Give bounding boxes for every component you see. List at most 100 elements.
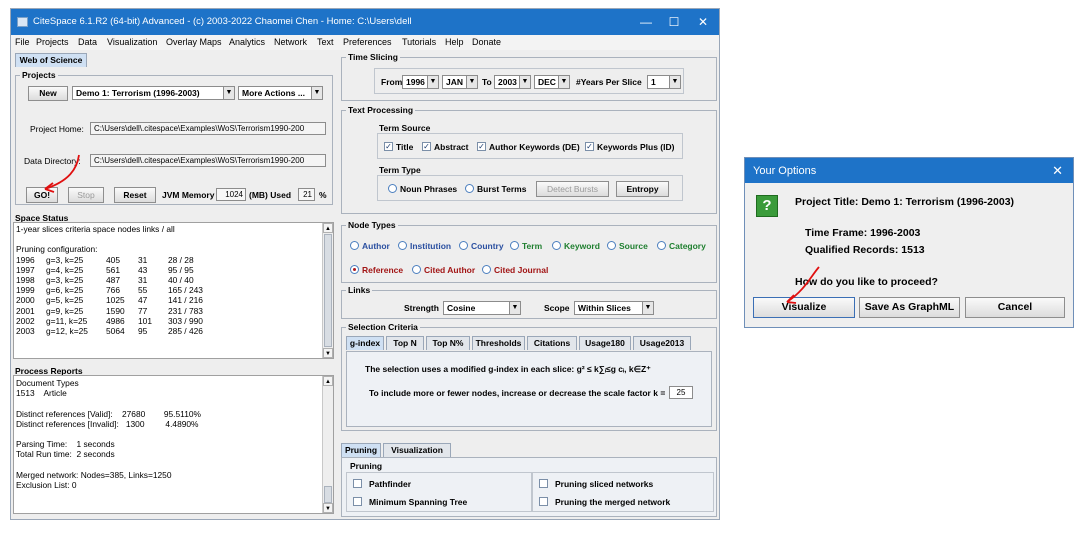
tab-top-n[interactable]: Top N	[386, 336, 424, 350]
tab-web-of-science[interactable]: Web of Science	[15, 53, 87, 67]
project-select[interactable]: Demo 1: Terrorism (1996-2003) ▼	[72, 86, 235, 100]
menu-donate[interactable]: Donate	[472, 37, 501, 47]
more-actions-select[interactable]: More Actions ... ▼	[238, 86, 323, 100]
pruning-legend: Pruning	[350, 461, 383, 471]
keywords-plus-checkbox[interactable]: ✓	[585, 142, 594, 151]
data-directory-field[interactable]: C:\Users\dell\.citespace\Examples\WoS\Te…	[90, 154, 326, 167]
strength-select[interactable]: Cosine ▼	[443, 301, 521, 315]
go-button[interactable]: GO!	[26, 187, 58, 203]
pathfinder-checkbox[interactable]	[353, 479, 362, 488]
author-keywords-checkbox[interactable]: ✓	[477, 142, 486, 151]
node-reference-radio[interactable]	[350, 265, 359, 274]
title-checkbox[interactable]: ✓	[384, 142, 393, 151]
space-status-cell: 766	[106, 285, 120, 296]
tab-pruning[interactable]: Pruning	[341, 443, 381, 457]
reset-button[interactable]: Reset	[114, 187, 156, 203]
scroll-up-icon[interactable]: ▲	[323, 223, 333, 233]
visualize-button[interactable]: Visualize	[753, 297, 855, 318]
tab-thresholds[interactable]: Thresholds	[472, 336, 525, 350]
menu-tutorials[interactable]: Tutorials	[402, 37, 436, 47]
node-keyword-radio[interactable]	[552, 241, 561, 250]
to-year-value: 2003	[498, 77, 517, 87]
scroll-down-icon[interactable]: ▼	[323, 348, 333, 358]
space-status-cell: 1997	[16, 264, 35, 275]
g-index-formula: g² ≤ k∑ᵢ≤g cᵢ, k∈Z⁺	[576, 364, 651, 374]
space-status-cell: 47	[138, 295, 148, 306]
scroll-up-icon[interactable]: ▲	[323, 376, 333, 386]
minimum-spanning-tree-checkbox[interactable]	[353, 497, 362, 506]
menu-network[interactable]: Network	[274, 37, 307, 47]
entropy-button[interactable]: Entropy	[616, 181, 669, 197]
space-status-row: 1996 g=3, k=25 405 31 28 / 28	[16, 255, 321, 265]
menu-text[interactable]: Text	[317, 37, 334, 47]
dialog-close-button[interactable]: ✕	[1052, 163, 1063, 179]
space-status-cell: 31	[138, 274, 148, 285]
menu-help[interactable]: Help	[445, 37, 464, 47]
to-month-select[interactable]: DEC ▼	[534, 75, 570, 89]
years-per-slice-label: #Years Per Slice	[576, 77, 642, 87]
scroll-thumb[interactable]	[324, 486, 332, 503]
process-report-line: Document Types	[16, 378, 79, 388]
menu-overlay-maps[interactable]: Overlay Maps	[166, 37, 222, 47]
scroll-thumb[interactable]	[324, 234, 332, 347]
tab-usage2013[interactable]: Usage2013	[633, 336, 691, 350]
new-project-button[interactable]: New	[28, 86, 68, 101]
from-year-select[interactable]: 1996 ▼	[402, 75, 439, 89]
process-report-line: 1513 Article	[16, 388, 67, 399]
space-status-scrollbar[interactable]: ▲ ▼	[322, 223, 333, 358]
abstract-checkbox[interactable]: ✓	[422, 142, 431, 151]
node-cited-journal-radio[interactable]	[482, 265, 491, 274]
space-status-row: 1998 g=3, k=25 487 31 40 / 40	[16, 275, 321, 285]
abstract-checkbox-label: Abstract	[434, 142, 469, 152]
tab-g-index[interactable]: g-index	[346, 336, 384, 350]
close-button[interactable]: ✕	[692, 14, 714, 30]
title-bar: CiteSpace 6.1.R2 (64-bit) Advanced - (c)…	[11, 9, 719, 35]
menu-analytics[interactable]: Analytics	[229, 37, 265, 47]
menu-file[interactable]: File	[15, 37, 30, 47]
detect-bursts-button[interactable]: Detect Bursts	[536, 181, 609, 197]
minimize-button[interactable]: —	[635, 14, 657, 30]
from-label: From	[381, 77, 403, 87]
process-reports-scrollbar[interactable]: ▲ ▼	[322, 376, 333, 513]
tab-visualization[interactable]: Visualization	[383, 443, 451, 457]
from-month-select[interactable]: JAN ▼	[442, 75, 478, 89]
node-source-radio[interactable]	[607, 241, 616, 250]
noun-phrases-radio[interactable]	[388, 184, 397, 193]
space-status-cell: 4986	[106, 315, 125, 326]
menu-projects[interactable]: Projects	[36, 37, 69, 47]
scope-select[interactable]: Within Slices ▼	[574, 301, 654, 315]
k-value-input[interactable]: 25	[669, 386, 693, 399]
space-status-cell: g=3, k=25	[46, 254, 84, 265]
tab-citations[interactable]: Citations	[527, 336, 577, 350]
space-status-cell: 95 / 95	[168, 264, 194, 275]
scroll-down-icon[interactable]: ▼	[323, 503, 333, 513]
cancel-button[interactable]: Cancel	[965, 297, 1065, 318]
pruning-sliced-checkbox[interactable]	[539, 479, 548, 488]
menu-preferences[interactable]: Preferences	[343, 37, 392, 47]
years-per-slice-select[interactable]: 1 ▼	[647, 75, 681, 89]
node-author-radio[interactable]	[350, 241, 359, 250]
maximize-button[interactable]: ☐	[663, 14, 685, 30]
node-term-radio[interactable]	[510, 241, 519, 250]
tab-usage180[interactable]: Usage180	[579, 336, 631, 350]
space-status-panel: Space Status 1-year slices criteria spac…	[13, 213, 335, 360]
node-category-radio[interactable]	[657, 241, 666, 250]
burst-terms-radio[interactable]	[465, 184, 474, 193]
project-home-field[interactable]: C:\Users\dell\.citespace\Examples\WoS\Te…	[90, 122, 326, 135]
space-status-text: 1-year slices criteria space nodes links…	[13, 222, 334, 359]
process-report-line: Total Run time: 2 seconds	[16, 449, 115, 460]
node-types-legend: Node Types	[346, 220, 398, 230]
menu-visualization[interactable]: Visualization	[107, 37, 157, 47]
node-country-radio[interactable]	[459, 241, 468, 250]
node-institution-radio[interactable]	[398, 241, 407, 250]
node-reference-label: Reference	[362, 265, 404, 275]
process-reports-panel: Process Reports Document Types 1513 Artic…	[13, 366, 335, 515]
stop-button[interactable]: Stop	[68, 187, 104, 203]
save-as-graphml-button[interactable]: Save As GraphML	[859, 297, 960, 318]
process-report-line: Exclusion List: 0	[16, 479, 77, 490]
tab-top-n-percent[interactable]: Top N%	[426, 336, 470, 350]
to-year-select[interactable]: 2003 ▼	[494, 75, 531, 89]
node-cited-author-radio[interactable]	[412, 265, 421, 274]
pruning-merged-checkbox[interactable]	[539, 497, 548, 506]
menu-data[interactable]: Data	[78, 37, 97, 47]
